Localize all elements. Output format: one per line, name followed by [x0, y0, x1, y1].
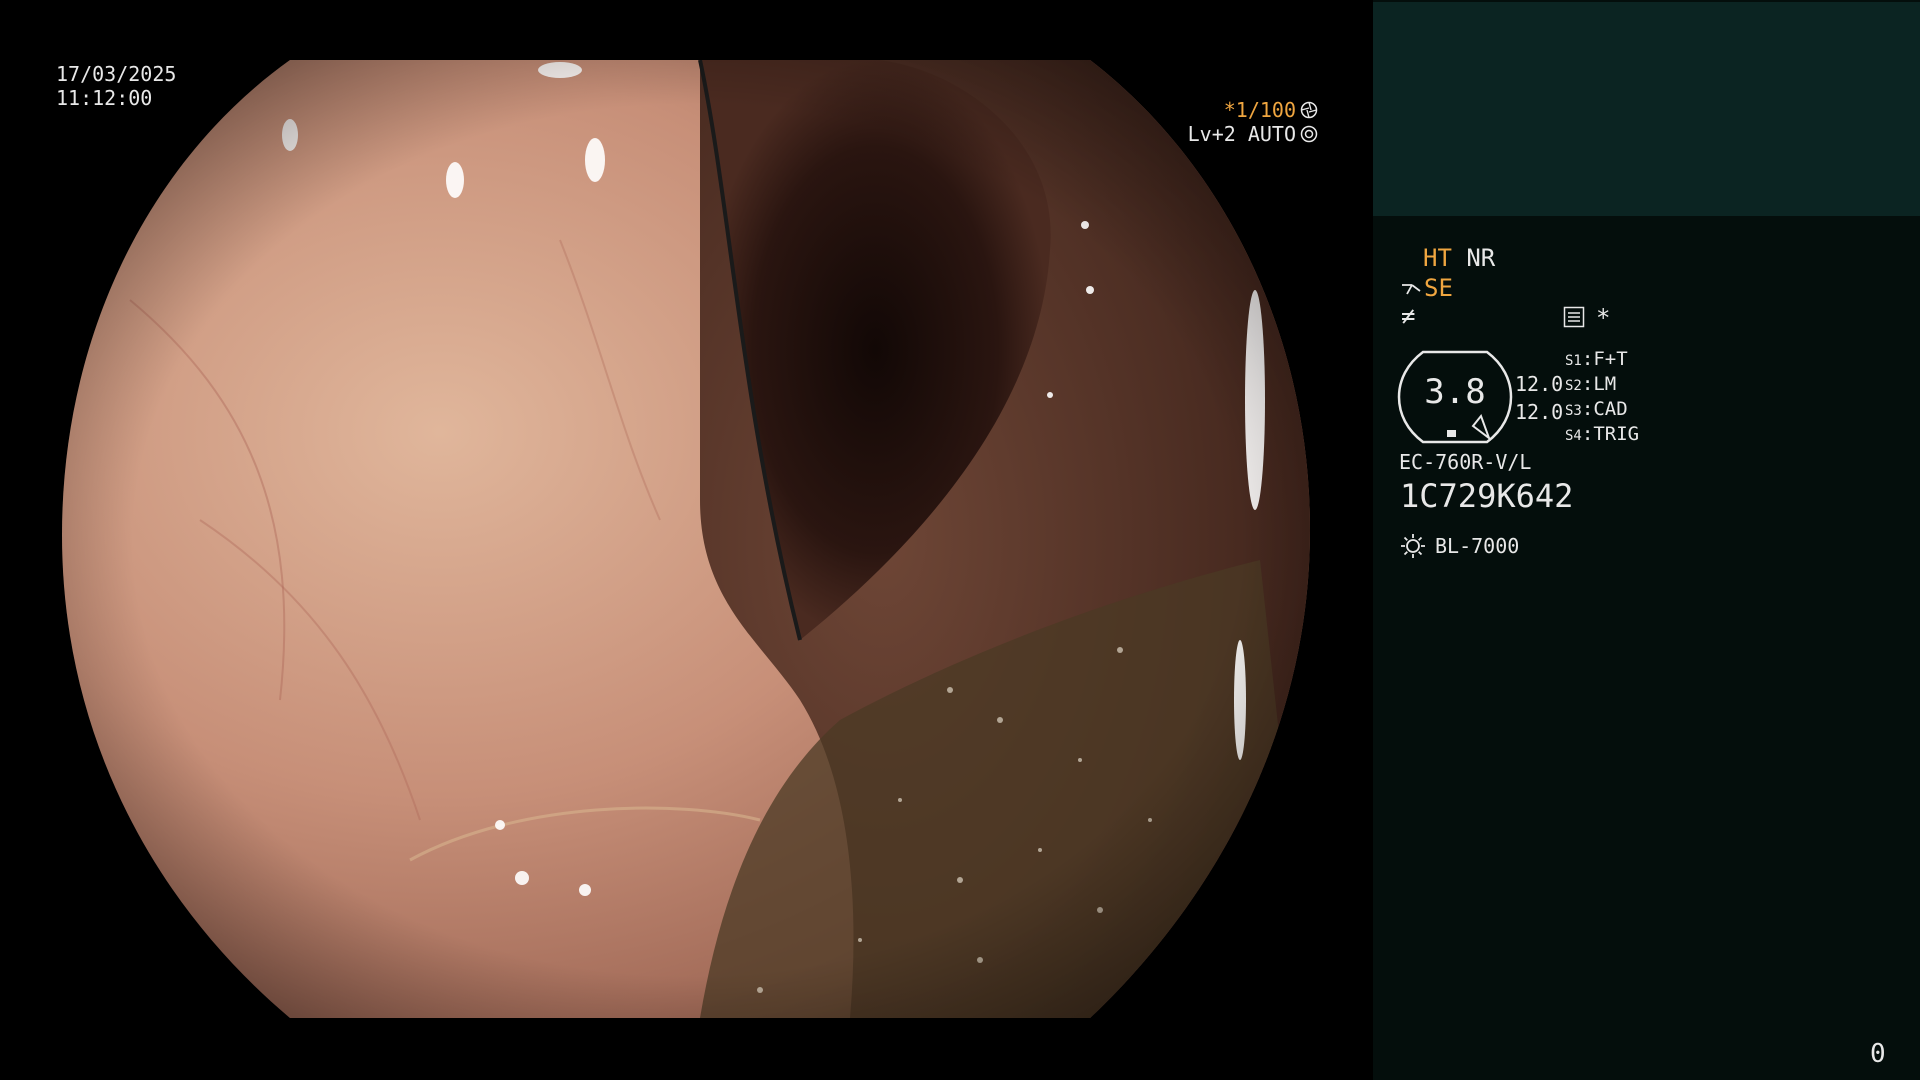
mode-ht-label: HT — [1423, 244, 1452, 272]
gauge-value: 3.8 — [1424, 372, 1486, 412]
shutter-speed-text: *1/100 — [1223, 98, 1296, 122]
mode-se-row: SE — [1400, 274, 1453, 302]
switch-s4: S4:TRIG — [1565, 423, 1640, 445]
mode-nr-label: NR — [1466, 244, 1496, 272]
enhancement-modes: HT NR — [1423, 244, 1495, 272]
switch-s3: S3:CAD — [1565, 398, 1628, 420]
star-indicator: * — [1596, 304, 1611, 332]
switch-s2: S2:LM — [1565, 373, 1617, 395]
exposure-overlay: *1/100 Lv+2 AUTO — [1188, 98, 1318, 146]
menu-list-icon — [1563, 306, 1585, 334]
mode-se-label: SE — [1424, 274, 1453, 302]
endoscope-video-feed: 17/03/2025 11:12:00 *1/100 Lv+2 AUTO — [0, 0, 1373, 1080]
processor-info-panel: HT NR SE ≠ * 3.8 12.0 12.0 S1:F+T S2:LM … — [1373, 0, 1920, 1080]
setting-value-1: 12.0 — [1515, 372, 1564, 396]
frame-counter: 0 — [1870, 1039, 1886, 1069]
switch-s1: S1:F+T — [1565, 348, 1628, 370]
setting-value-2: 12.0 — [1515, 400, 1564, 424]
light-source-icon — [1401, 534, 1425, 558]
filter-mode-icon: ≠ — [1401, 302, 1416, 330]
light-source-row: BL-7000 — [1399, 532, 1519, 560]
scope-model: EC-760R-V/L — [1399, 450, 1532, 474]
time-text: 11:12:00 — [56, 86, 153, 110]
iris-icon — [1300, 125, 1318, 143]
shutter-icon — [1300, 101, 1318, 119]
iris-level-text: Lv+2 AUTO — [1187, 122, 1296, 146]
light-source-label: BL-7000 — [1435, 534, 1520, 558]
structure-enhance-icon — [1402, 284, 1421, 295]
scope-serial-number: 1C729K642 — [1400, 477, 1574, 515]
date-time-overlay: 17/03/2025 11:12:00 — [56, 62, 176, 110]
panel-header-area — [1373, 2, 1920, 216]
date-text: 17/03/2025 — [56, 62, 177, 86]
endoscope-image — [62, 60, 1310, 1018]
